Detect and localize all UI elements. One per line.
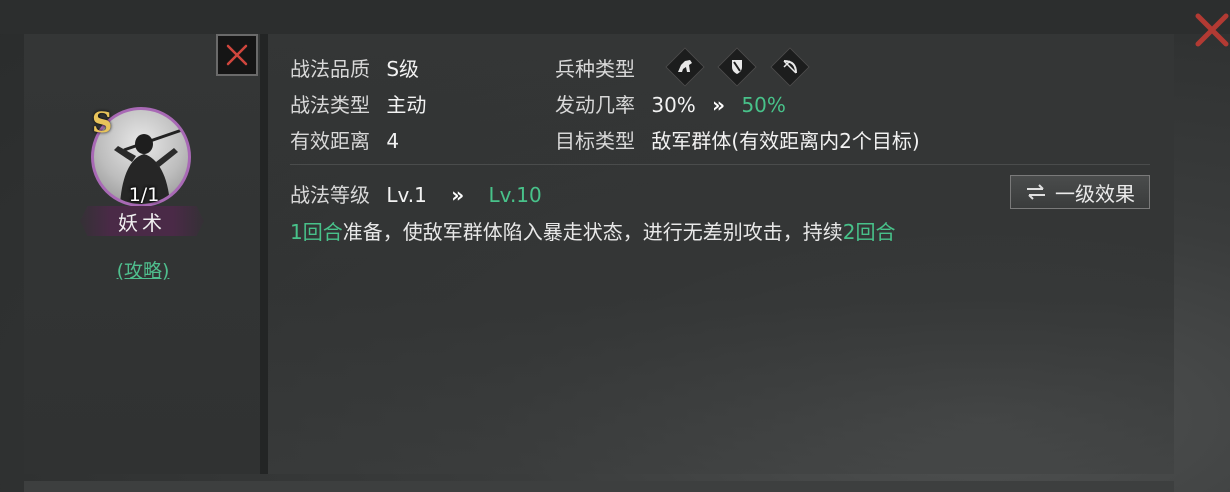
skill-card-panel [24, 34, 260, 474]
close-icon [226, 44, 248, 66]
type-row: 战法类型 主动 [290, 89, 426, 118]
window-close-button[interactable] [1192, 8, 1230, 52]
skill-name: 妖术 [118, 210, 166, 235]
skill-description: 1回合准备，使敌军群体陷入暴走状态，进行无差别攻击，持续2回合 [290, 216, 895, 245]
quality-row: 战法品质 S级 [290, 53, 419, 82]
troop-type-label: 兵种类型 [555, 57, 635, 81]
top-bar [0, 0, 1230, 34]
effect-level-label: 一级效果 [1055, 181, 1135, 206]
type-value: 主动 [386, 93, 427, 117]
section-divider [290, 164, 1150, 165]
trigger-rate-current: 30% [651, 93, 696, 117]
range-row: 有效距离 4 [290, 125, 399, 154]
trigger-rate-max: 50% [741, 93, 786, 117]
target-type-row: 目标类型 敌军群体(有效距离内2个目标) [555, 125, 920, 154]
skill-level-max: Lv.10 [488, 183, 542, 207]
skill-level-label: 战法等级 [290, 183, 370, 207]
close-icon [1195, 13, 1229, 47]
range-label: 有效距离 [290, 129, 370, 153]
range-value: 4 [386, 129, 400, 153]
duration-turns: 2回合 [842, 220, 896, 244]
upgrade-arrow-icon: » [712, 93, 726, 117]
panel-divider [260, 34, 268, 474]
trigger-rate-label: 发动几率 [555, 93, 635, 117]
cavalry-icon [665, 47, 705, 87]
skill-level-row: 战法等级 Lv.1 » Lv.10 [290, 179, 542, 208]
target-type-value: 敌军群体(有效距离内2个目标) [651, 129, 920, 153]
swap-icon [1027, 184, 1045, 200]
skill-level-current: Lv.1 [386, 183, 427, 207]
skill-name-banner: 妖术 [80, 206, 204, 236]
grade-badge: S [92, 106, 113, 139]
close-button[interactable] [216, 34, 258, 76]
effect-level-toggle-button[interactable]: 一级效果 [1010, 175, 1150, 209]
shield-icon [717, 47, 757, 87]
target-type-label: 目标类型 [555, 129, 635, 153]
quality-value: S级 [386, 57, 420, 81]
description-text: 准备，使敌军群体陷入暴走状态，进行无差别攻击，持续 [342, 220, 843, 244]
skill-count: 1/1 [128, 184, 160, 206]
bow-icon [770, 47, 810, 87]
type-label: 战法类型 [290, 93, 370, 117]
trigger-rate-row: 发动几率 30% » 50% [555, 89, 786, 118]
upgrade-arrow-icon: » [451, 183, 465, 207]
prep-turns: 1回合 [290, 220, 343, 244]
bottom-bar [24, 481, 1174, 492]
quality-label: 战法品质 [290, 57, 370, 81]
troop-type-row: 兵种类型 [555, 53, 635, 82]
strategy-link[interactable]: (攻略) [96, 256, 190, 283]
